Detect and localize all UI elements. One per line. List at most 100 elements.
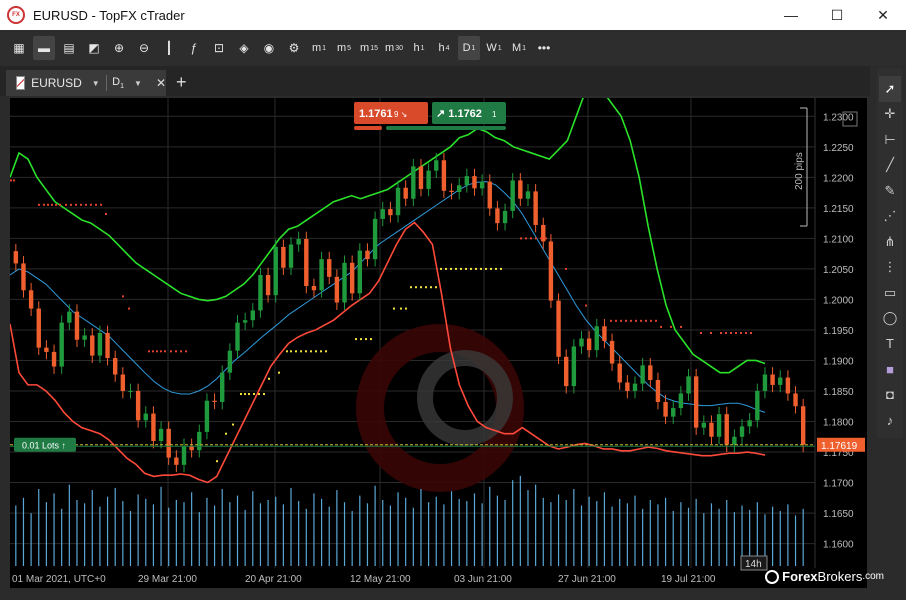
- camera-icon[interactable]: ◘: [879, 382, 901, 408]
- cursor-icon[interactable]: ➚: [879, 76, 901, 102]
- candle-body: [135, 390, 141, 421]
- robot-icon[interactable]: ⊡: [208, 36, 230, 60]
- y-tick-label: 1.1700: [823, 479, 854, 490]
- sar-dot: [360, 338, 362, 341]
- sar-dot: [520, 237, 522, 240]
- multi-chart-icon[interactable]: ▤: [58, 36, 80, 60]
- indicators-icon[interactable]: ƒ: [183, 36, 205, 60]
- sar-dot: [740, 332, 742, 334]
- sar-dot: [232, 423, 234, 426]
- sar-dot: [710, 332, 712, 334]
- sar-dot: [13, 179, 15, 182]
- chart-type-icon[interactable]: ◩: [83, 36, 105, 60]
- sar-dot: [645, 319, 647, 322]
- rectangle-icon[interactable]: ▭: [879, 280, 901, 306]
- candle-body: [441, 160, 447, 191]
- candle-body: [204, 400, 210, 432]
- sar-dot: [490, 267, 492, 270]
- sar-dot: [315, 350, 317, 353]
- timeframe-W1[interactable]: W1: [483, 36, 505, 60]
- ruler-icon[interactable]: ⊢: [879, 127, 901, 153]
- color-swatch-icon[interactable]: ■: [879, 357, 901, 383]
- close-tab-icon[interactable]: ✕: [156, 76, 166, 90]
- y-tick-label: 1.1800: [823, 418, 854, 429]
- minimize-button[interactable]: —: [768, 0, 814, 30]
- close-button[interactable]: ✕: [860, 0, 906, 30]
- maximize-button[interactable]: ☐: [814, 0, 860, 30]
- timeframe-h1[interactable]: h1: [408, 36, 430, 60]
- sar-dot: [410, 286, 412, 289]
- timeframe-m1[interactable]: m1: [308, 36, 330, 60]
- sar-dot: [65, 203, 67, 206]
- sar-dot: [615, 319, 617, 322]
- candle-body: [365, 250, 370, 260]
- fibonacci-icon[interactable]: ⋰: [879, 204, 901, 230]
- timeframe-D1[interactable]: D1: [458, 36, 480, 60]
- candle-body: [334, 276, 340, 303]
- candle-body: [778, 377, 783, 385]
- text-icon[interactable]: T: [879, 331, 901, 357]
- ellipse-icon[interactable]: ◯: [879, 306, 901, 332]
- layout-grid-icon[interactable]: ▦: [8, 36, 30, 60]
- sar-dot: [630, 319, 632, 322]
- add-tab-button[interactable]: +: [176, 72, 187, 93]
- chart-canvas[interactable]: 1.2300 1.2250 1.2200 1.2150 1.2100 1.2050 1.20…: [9, 84, 867, 588]
- chart-settings-icon[interactable]: ⚙: [283, 36, 305, 60]
- candle-body: [495, 208, 500, 224]
- timeframe-chevron-icon[interactable]: ▼: [134, 79, 142, 88]
- chevron-down-icon[interactable]: ▼: [92, 79, 100, 88]
- sar-dot: [635, 319, 637, 322]
- timeframe-h4[interactable]: h4: [433, 36, 455, 60]
- buy-price: ↗ 1.1762: [436, 108, 482, 120]
- sell-volume-bar: [354, 126, 382, 130]
- sar-dot: [720, 332, 722, 334]
- candle-body: [571, 346, 577, 387]
- candle-body: [220, 372, 225, 402]
- candle-body: [479, 181, 485, 189]
- candles-icon[interactable]: ┃: [158, 36, 180, 60]
- candle-body: [395, 187, 401, 216]
- lots-label: 0.01 Lots ↑: [22, 440, 66, 450]
- fib-retracement-icon[interactable]: ⋮: [879, 255, 901, 281]
- candle-body: [762, 374, 768, 391]
- candle-body: [250, 310, 255, 321]
- alert-bell-icon[interactable]: ♪: [879, 408, 901, 434]
- tab-timeframe[interactable]: D1: [112, 76, 124, 90]
- timeframe-M1[interactable]: M1: [508, 36, 530, 60]
- crosshair-icon[interactable]: ✛: [879, 102, 901, 128]
- sar-dot: [660, 325, 662, 328]
- y-tick-label: 1.1600: [823, 540, 854, 551]
- sar-dot: [70, 203, 72, 206]
- trendline-icon[interactable]: ╱: [879, 153, 901, 179]
- candle-body: [28, 290, 34, 309]
- more-options-icon[interactable]: •••: [533, 36, 555, 60]
- y-tick-label: 1.1850: [823, 387, 854, 398]
- sar-dot: [43, 203, 45, 206]
- candle-body: [693, 376, 699, 428]
- candle-body: [671, 408, 676, 417]
- timeframe-m15[interactable]: m 15: [358, 36, 380, 60]
- sar-dot: [465, 267, 467, 270]
- candle-body: [456, 185, 462, 192]
- timeframe-m5[interactable]: m5: [333, 36, 355, 60]
- price-chart[interactable]: 1.2300 1.2250 1.2200 1.2150 1.2100 1.2050 1.20…: [9, 84, 867, 588]
- sar-dot: [128, 307, 130, 310]
- buy-volume-bar: [386, 126, 506, 130]
- pen-icon[interactable]: ✎: [879, 178, 901, 204]
- sar-dot: [263, 393, 265, 396]
- pitchfork-icon[interactable]: ⋔: [879, 229, 901, 255]
- sar-dot: [445, 267, 447, 270]
- zoom-out-icon[interactable]: ⊖: [133, 36, 155, 60]
- layers-icon[interactable]: ◈: [233, 36, 255, 60]
- tab-eurusd[interactable]: EURUSD ▼ D1 ▼ ✕: [6, 70, 166, 96]
- sar-dot: [485, 267, 487, 270]
- candle-body: [258, 275, 263, 311]
- y-tick-label: 1.2250: [823, 143, 854, 154]
- window-title: EURUSD - TopFX cTrader: [33, 7, 185, 23]
- timeframe-m30[interactable]: m 30: [383, 36, 405, 60]
- zoom-in-icon[interactable]: ⊕: [108, 36, 130, 60]
- eye-icon[interactable]: ◉: [258, 36, 280, 60]
- single-chart-icon[interactable]: ▬: [33, 36, 55, 60]
- sar-dot: [295, 350, 297, 353]
- sar-dot: [540, 237, 542, 240]
